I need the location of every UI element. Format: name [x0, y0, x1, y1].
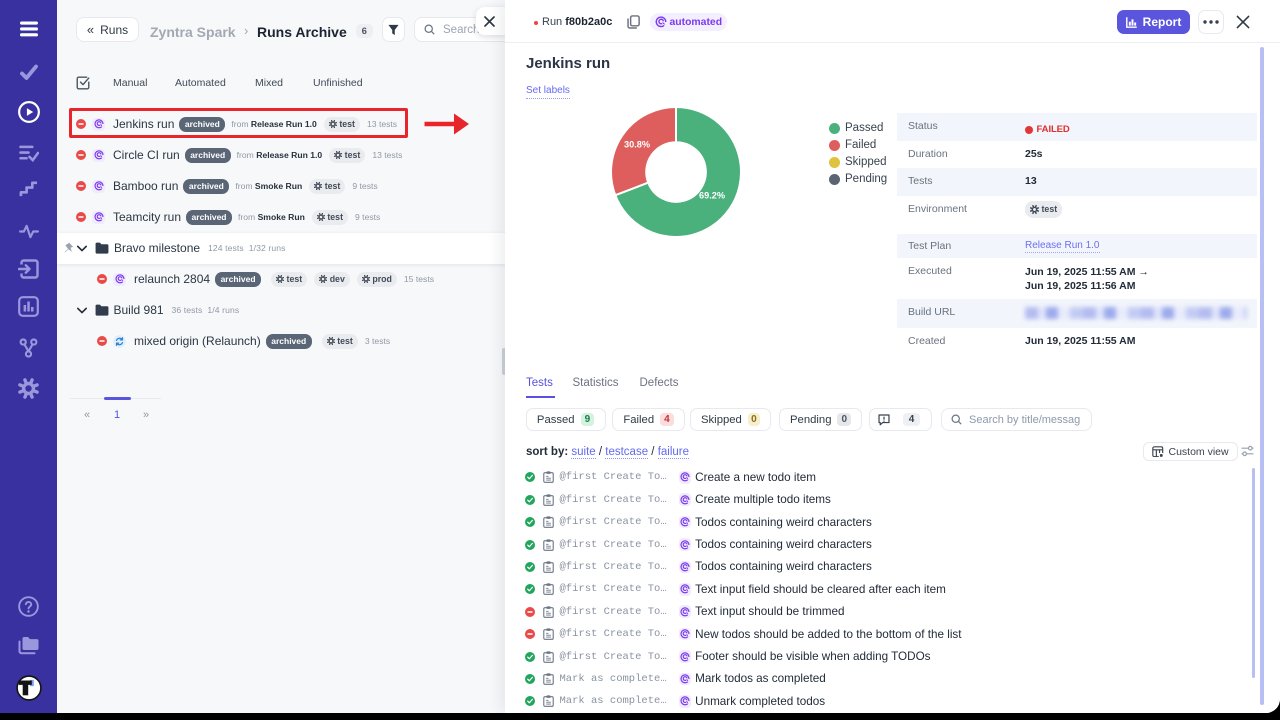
svg-text:30.8%: 30.8% — [624, 140, 650, 150]
svg-text:69.2%: 69.2% — [699, 191, 725, 201]
